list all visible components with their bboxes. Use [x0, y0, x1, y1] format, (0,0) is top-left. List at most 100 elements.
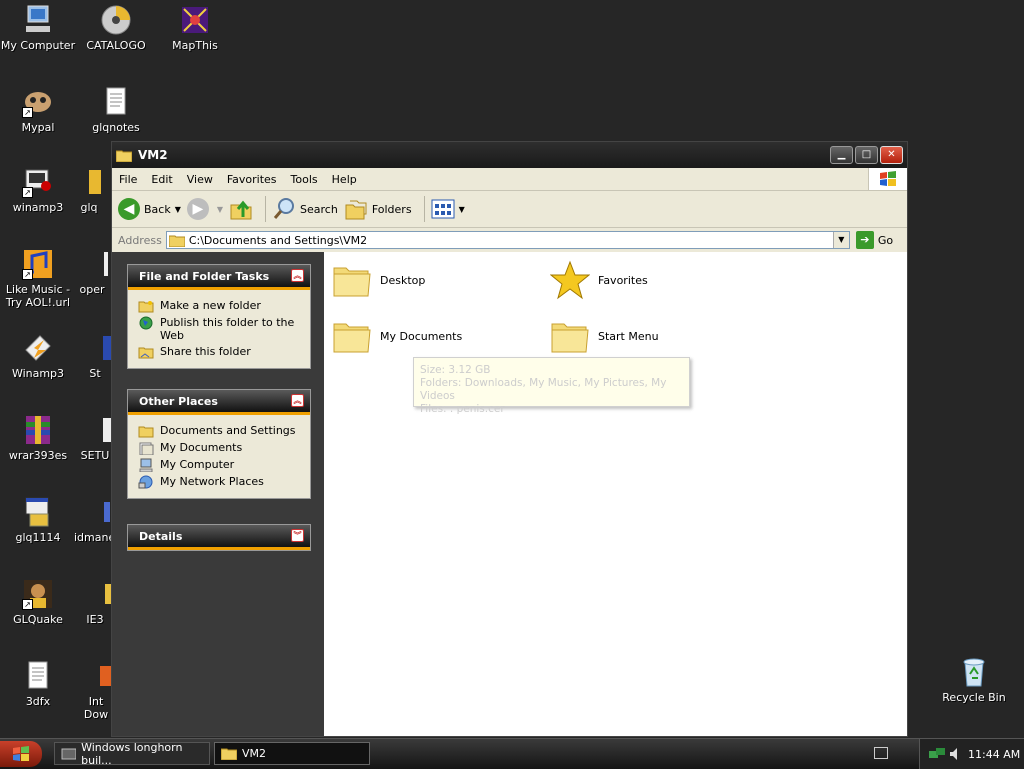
taskbar-task-vm2[interactable]: VM2	[214, 742, 370, 765]
folders-label: Folders	[371, 202, 412, 216]
volume-icon[interactable]	[948, 746, 962, 762]
menu-edit[interactable]: Edit	[144, 173, 179, 186]
desktop-icon-label: oper	[79, 283, 105, 296]
desktop-icon-catalogo[interactable]: CATALOGO	[78, 4, 154, 52]
folder-icon	[333, 267, 371, 297]
desktop-icon-3dfx[interactable]: 3dfx	[0, 660, 76, 708]
other-places-panel: Other Places ︽ Documents and Settings My…	[127, 389, 311, 499]
maximize-button[interactable]: □	[855, 146, 878, 164]
panel-header[interactable]: File and Folder Tasks ︽	[128, 265, 310, 290]
desktop-icon-label: idmane	[74, 531, 116, 544]
forward-arrow-icon: ▶	[186, 198, 209, 220]
taskbar-task-longhorn[interactable]: Windows longhorn buil...	[54, 741, 210, 767]
folders-button[interactable]: Folders	[344, 197, 412, 221]
task-share-folder[interactable]: Share this folder	[138, 345, 302, 359]
desktop-icon-wrar[interactable]: wrar393es	[0, 414, 76, 462]
mypal-icon: ↗	[22, 86, 54, 118]
system-tray: 11:44 AM	[919, 739, 1024, 769]
desktop-icon-label: GLQuake	[13, 613, 63, 626]
search-button[interactable]: Search	[272, 197, 338, 221]
desktop-icon-glq[interactable]: glq	[64, 166, 114, 214]
menu-file[interactable]: File	[112, 173, 144, 186]
desktop-icon-idmane[interactable]: idmane	[74, 496, 116, 544]
collapse-icon[interactable]: ︽	[291, 269, 304, 282]
address-input[interactable]: C:\Documents and Settings\VM2 ▼	[165, 231, 850, 249]
network-icon	[138, 475, 153, 489]
desktop-icon-glquake[interactable]: ↗ GLQuake	[0, 578, 76, 626]
forward-button[interactable]: ▶ ▼	[186, 198, 223, 220]
desktop-icon-glq1114[interactable]: glq1114	[0, 496, 76, 544]
place-my-computer[interactable]: My Computer	[138, 458, 302, 472]
folder-start-menu[interactable]: Start Menu	[550, 316, 659, 356]
glq-icon	[73, 166, 105, 198]
start-button[interactable]	[0, 741, 42, 767]
network-tray-icon[interactable]	[928, 746, 946, 762]
folder-favorites[interactable]: Favorites	[550, 260, 648, 300]
place-my-network-places[interactable]: My Network Places	[138, 475, 302, 489]
collapse-icon[interactable]: ︽	[291, 394, 304, 407]
desktop-icon-mapthis[interactable]: MapThis	[157, 4, 233, 52]
views-dropdown-icon[interactable]: ▼	[459, 205, 465, 214]
desktop-icon-setu[interactable]: SETU	[78, 414, 112, 462]
desktop-icon-mypal[interactable]: ↗ Mypal	[0, 86, 76, 134]
desktop-icon-int-dow[interactable]: Int Dow	[80, 660, 112, 721]
menu-tools[interactable]: Tools	[284, 173, 325, 186]
address-value: C:\Documents and Settings\VM2	[188, 233, 368, 247]
desktop-icon-ie3[interactable]: IE3	[78, 578, 112, 626]
desktop-icon-label: MapThis	[172, 39, 218, 52]
expand-icon[interactable]: ︾	[291, 529, 304, 542]
forward-dropdown-icon[interactable]: ▼	[217, 205, 223, 214]
winamp-bolt-icon	[22, 332, 54, 364]
desktop-icon-like-music[interactable]: ↗ Like Music - Try AOL!.url	[0, 248, 76, 309]
back-button[interactable]: ◀ Back ▼	[118, 198, 181, 220]
minimize-button[interactable]: ▁	[830, 146, 853, 164]
back-dropdown-icon[interactable]: ▼	[175, 205, 181, 214]
search-label: Search	[300, 202, 338, 216]
search-icon	[273, 198, 295, 219]
task-publish-folder[interactable]: Publish this folder to the Web	[138, 316, 302, 342]
windows-logo-icon	[868, 168, 907, 190]
download-icon	[80, 660, 112, 692]
title-bar[interactable]: VM2 ▁ □ ✕	[112, 142, 907, 168]
toolbar: ◀ Back ▼ ▶ ▼ Search Folders ▼	[112, 191, 907, 228]
place-label: My Computer	[160, 458, 235, 471]
desktop-icon-label: glqnotes	[92, 121, 140, 134]
go-button[interactable]: ➔ Go	[855, 231, 893, 249]
address-bar: Address C:\Documents and Settings\VM2 ▼ …	[112, 228, 907, 253]
task-pane: File and Folder Tasks ︽ Make a new folde…	[112, 252, 324, 736]
keyboard-icon[interactable]	[874, 747, 888, 759]
folder-info-tooltip: Size: 3.12 GB Folders: Downloads, My Mus…	[413, 357, 690, 415]
views-button[interactable]: ▼	[431, 199, 465, 219]
desktop-icon-label: SETU	[80, 449, 110, 462]
menu-bar: File Edit View Favorites Tools Help	[112, 168, 907, 191]
place-documents-and-settings[interactable]: Documents and Settings	[138, 424, 302, 438]
folder-my-documents[interactable]: My Documents	[332, 316, 462, 356]
panel-header[interactable]: Other Places ︽	[128, 390, 310, 415]
desktop-icon-recycle-bin[interactable]: Recycle Bin	[936, 656, 1012, 704]
installer-icon	[22, 496, 54, 528]
computer-icon	[139, 458, 153, 472]
desktop-icon-st[interactable]: St	[78, 332, 112, 380]
panel-header[interactable]: Details ︾	[128, 525, 310, 550]
tooltip-folders: Folders: Downloads, My Music, My Picture…	[420, 377, 667, 402]
up-button[interactable]	[229, 197, 253, 221]
toolbar-separator	[423, 196, 425, 222]
place-my-documents[interactable]: My Documents	[138, 441, 302, 455]
menu-view[interactable]: View	[180, 173, 220, 186]
desktop-icon-oper[interactable]: oper	[72, 248, 112, 296]
task-make-new-folder[interactable]: Make a new folder	[138, 299, 302, 313]
menu-help[interactable]: Help	[325, 173, 364, 186]
folder-desktop[interactable]: Desktop	[332, 260, 425, 300]
close-button[interactable]: ✕	[880, 146, 903, 164]
desktop-icon-winamp3[interactable]: Winamp3	[0, 332, 76, 380]
folder-up-icon	[230, 200, 252, 220]
desktop-icon-glqnotes[interactable]: glqnotes	[78, 86, 154, 134]
folder-icon	[333, 323, 371, 353]
tooltip-size: Size: 3.12 GB	[420, 364, 491, 376]
address-dropdown-icon[interactable]: ▼	[832, 232, 849, 248]
menu-favorites[interactable]: Favorites	[220, 173, 284, 186]
clock[interactable]: 11:44 AM	[968, 748, 1020, 761]
desktop-icon-my-computer[interactable]: My Computer	[0, 4, 76, 52]
shortcut-arrow-icon: ↗	[22, 269, 33, 280]
desktop-icon-label: Winamp3	[11, 367, 65, 380]
